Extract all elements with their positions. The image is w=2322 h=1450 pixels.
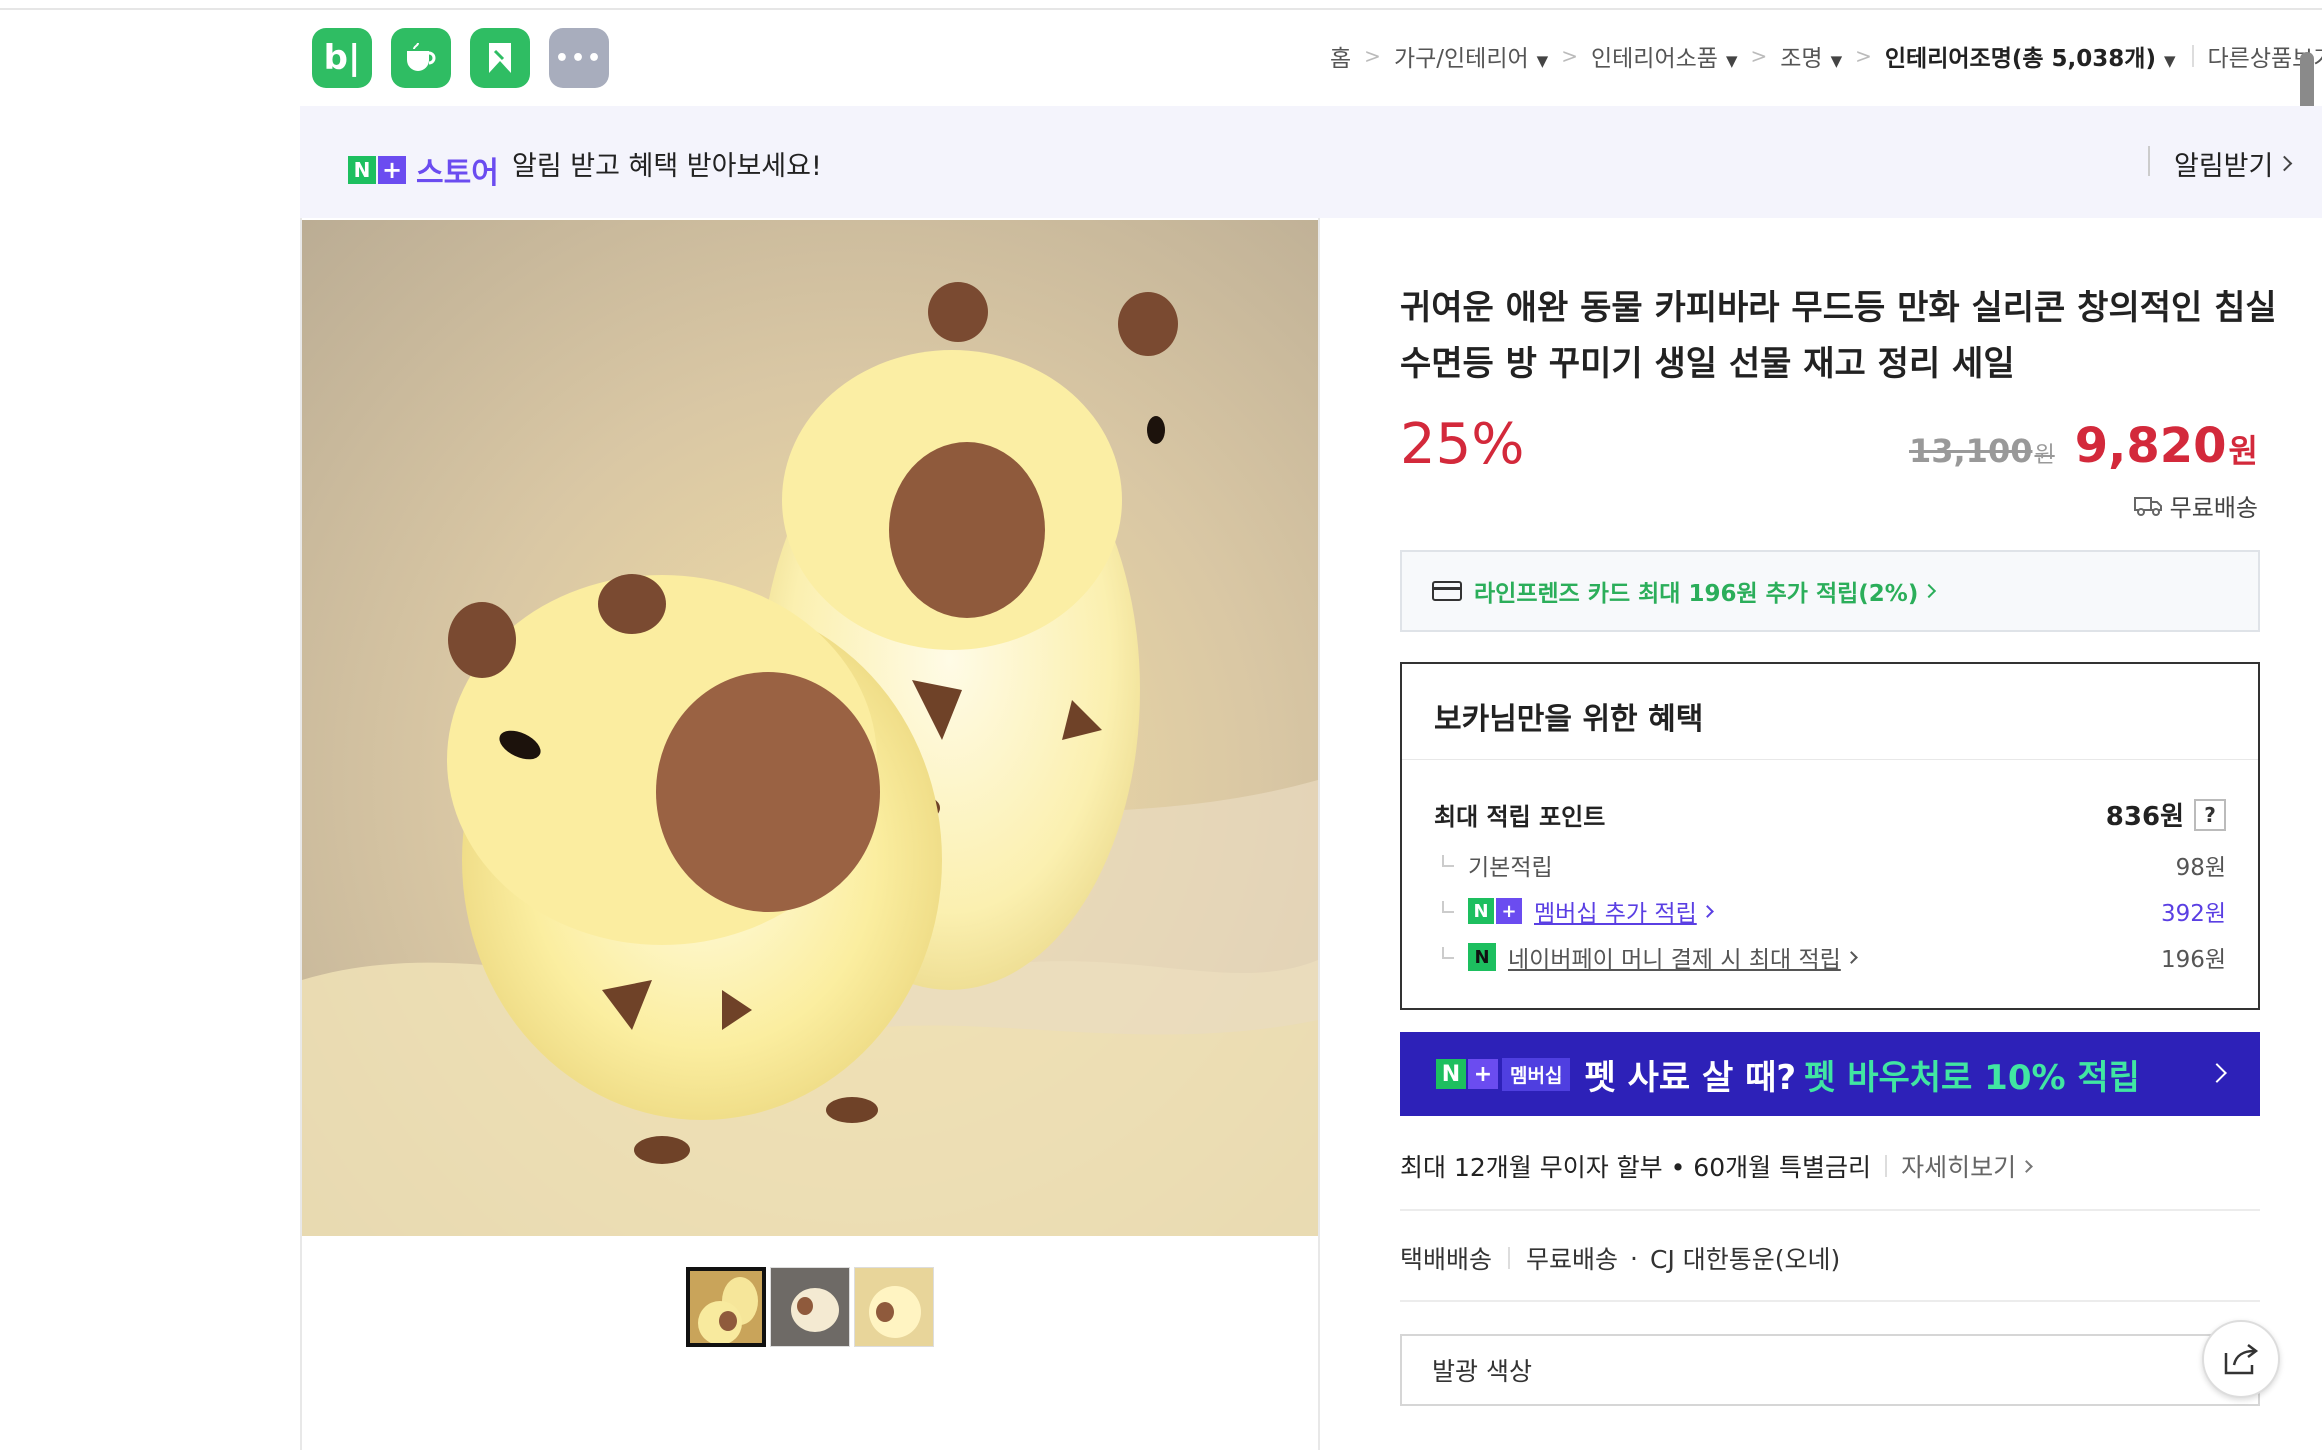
dot-separator: ·: [1630, 1243, 1638, 1273]
installment-divider: [1885, 1155, 1888, 1177]
breadcrumb-item-interior-props[interactable]: 인테리어소품 ▼: [1591, 39, 1738, 73]
thumbnail-3[interactable]: [854, 1267, 934, 1347]
naverpay-points-value: 196원: [2160, 947, 2226, 973]
chevron-right-icon: [2277, 155, 2293, 172]
shipping-label: 무료배송: [2169, 494, 2258, 522]
promo-question: 펫 사료 살 때?: [1584, 1057, 1797, 1098]
thumbnail-strip: [686, 1267, 934, 1347]
chevron-right-icon: [1700, 904, 1714, 918]
credit-card-icon: [1432, 581, 1462, 601]
membership-promo-banner[interactable]: N + 멤버십 펫 사료 살 때? 펫 바우처로 10% 적립: [1400, 1032, 2260, 1116]
chevron-right-icon: [2020, 1159, 2033, 1173]
card-offer-button[interactable]: 라인프렌즈 카드 최대 196원 추가 적립(2%): [1400, 550, 2260, 632]
chevron-right-icon: [2207, 1063, 2227, 1083]
delivery-info: 택배배송 무료배송 · CJ 대한통운(오네): [1400, 1240, 1840, 1276]
caret-down-icon: ▼: [2163, 52, 2176, 70]
product-title-line-2: 수면등 방 꾸미기 생일 선물 재고 정리 세일: [1400, 344, 2015, 384]
naver-pay-icon: N: [1468, 943, 1496, 971]
cafe-app-icon[interactable]: [391, 28, 451, 88]
banner-message: 알림 받고 혜택 받아보세요!: [512, 151, 822, 182]
basic-points-value: 98원: [2175, 855, 2226, 881]
share-icon: [2224, 1344, 2259, 1375]
app-launcher: b| •••: [312, 28, 609, 88]
bookmark-app-icon[interactable]: [470, 28, 530, 88]
sale-price: 9,820: [2074, 418, 2227, 474]
installment-details-link[interactable]: 자세히보기: [1901, 1148, 2033, 1184]
tree-corner-icon: [1442, 947, 1454, 959]
subscribe-alert-label: 알림받기: [2174, 151, 2274, 182]
delivery-carrier: CJ 대한통운(오네): [1649, 1245, 1841, 1274]
sale-price-currency: 원: [2228, 432, 2258, 470]
tree-corner-icon: [1442, 855, 1454, 867]
membership-points-row: N + 멤버십 추가 적립 392원: [1434, 894, 2226, 928]
delivery-type: 택배배송: [1400, 1245, 1493, 1274]
breadcrumb-separator-icon: >: [1364, 44, 1381, 68]
breadcrumb-item-furniture[interactable]: 가구/인테리어 ▼: [1394, 39, 1548, 73]
breadcrumb-current[interactable]: 인테리어조명(총 5,038개) ▼: [1885, 39, 2176, 73]
tree-corner-icon: [1442, 901, 1454, 913]
divider: [1400, 1300, 2260, 1302]
naver-plus-badge-icon: N +: [1468, 898, 1522, 924]
benefits-title: 보카님만을 위한 혜택: [1402, 664, 2258, 760]
share-button[interactable]: [2202, 1320, 2280, 1398]
naver-plus-store-logo: N + 스토어: [348, 148, 499, 192]
n-logo-icon: N: [348, 156, 376, 184]
subscribe-alert-button[interactable]: 알림받기: [2174, 144, 2293, 183]
option-select-label: 발광 색상: [1432, 1357, 1532, 1386]
card-offer-text: 라인프렌즈 카드 최대 196원 추가 적립(2%): [1474, 581, 1919, 607]
breadcrumb-item-lighting[interactable]: 조명 ▼: [1780, 39, 1842, 73]
thumbnail-1[interactable]: [686, 1267, 766, 1347]
product-main-image[interactable]: [302, 220, 1318, 1236]
basic-points-row: 기본적립 98원: [1434, 848, 2226, 882]
breadcrumb-separator-icon: >: [1750, 44, 1768, 68]
caret-down-icon: ▼: [1725, 52, 1738, 70]
blog-app-icon[interactable]: b|: [312, 28, 372, 88]
max-points-row: 최대 적립 포인트 836원 ?: [1434, 796, 2226, 833]
truck-icon: [2133, 496, 2162, 516]
promo-highlight: 펫 바우처로 10% 적립: [1804, 1057, 2140, 1098]
divider: [1400, 1209, 2260, 1211]
delivery-fee: 무료배송: [1526, 1245, 1619, 1274]
option-select-glow-color[interactable]: 발광 색상: [1400, 1334, 2260, 1406]
product-title: 귀여운 애완 동물 카피바라 무드등 만화 실리콘 창의적인 침실 수면등 방 …: [1400, 280, 2280, 392]
store-label: 스토어: [416, 156, 499, 191]
more-apps-icon[interactable]: •••: [549, 28, 609, 88]
breadcrumb-home[interactable]: 홈: [1330, 39, 1351, 73]
membership-points-link[interactable]: 멤버십 추가 적립: [1534, 894, 1697, 928]
store-alert-banner: N + 스토어 알림 받고 혜택 받아보세요! 알림받기: [300, 106, 2322, 218]
product-title-line-1: 귀여운 애완 동물 카피바라 무드등 만화 실리콘 창의적인 침실: [1400, 288, 2277, 328]
chevron-right-icon: [1922, 583, 1937, 599]
plus-logo-icon: +: [1468, 1059, 1498, 1089]
original-price-currency: 원: [2034, 443, 2055, 468]
benefits-box: 보카님만을 위한 혜택 최대 적립 포인트 836원 ? 기본적립 98원 N +…: [1400, 662, 2260, 1010]
banner-divider: [2148, 146, 2150, 176]
chevron-right-icon: [1844, 950, 1858, 964]
price-row: 13,100 원 9,820 원: [1909, 418, 2258, 474]
installment-text: 최대 12개월 무이자 할부 • 60개월 특별금리: [1400, 1153, 1872, 1182]
thumbnail-2[interactable]: [770, 1267, 850, 1347]
naverpay-points-row: N 네이버페이 머니 결제 시 최대 적립 196원: [1434, 940, 2226, 974]
basic-points-label: 기본적립: [1468, 855, 1553, 881]
original-price: 13,100: [1908, 432, 2033, 470]
caret-down-icon: ▼: [1536, 52, 1549, 70]
help-icon[interactable]: ?: [2194, 798, 2226, 831]
n-logo-icon: N: [1436, 1059, 1466, 1089]
top-rule: [0, 0, 2322, 10]
max-points-label: 최대 적립 포인트: [1434, 803, 1606, 831]
naverpay-points-link[interactable]: 네이버페이 머니 결제 시 최대 적립: [1508, 940, 1841, 974]
discount-rate: 25%: [1400, 412, 1525, 477]
caret-down-icon: ▼: [1830, 52, 1843, 70]
breadcrumb-divider: [2191, 45, 2194, 67]
membership-points-value: 392원: [2160, 901, 2226, 927]
breadcrumb: 홈 > 가구/인테리어 ▼ > 인테리어소품 ▼ > 조명 ▼ > 인테리어조명(총 …: [1330, 38, 2322, 74]
breadcrumb-separator-icon: >: [1855, 44, 1872, 68]
plus-logo-icon: +: [378, 156, 406, 184]
shipping-info: 무료배송: [2133, 488, 2258, 523]
max-points-value: 836원 ?: [2106, 796, 2226, 833]
delivery-divider: [1508, 1247, 1511, 1269]
installment-info: 최대 12개월 무이자 할부 • 60개월 특별금리 자세히보기: [1400, 1148, 2033, 1184]
breadcrumb-separator-icon: >: [1561, 44, 1578, 68]
membership-tag: 멤버십: [1502, 1057, 1571, 1091]
